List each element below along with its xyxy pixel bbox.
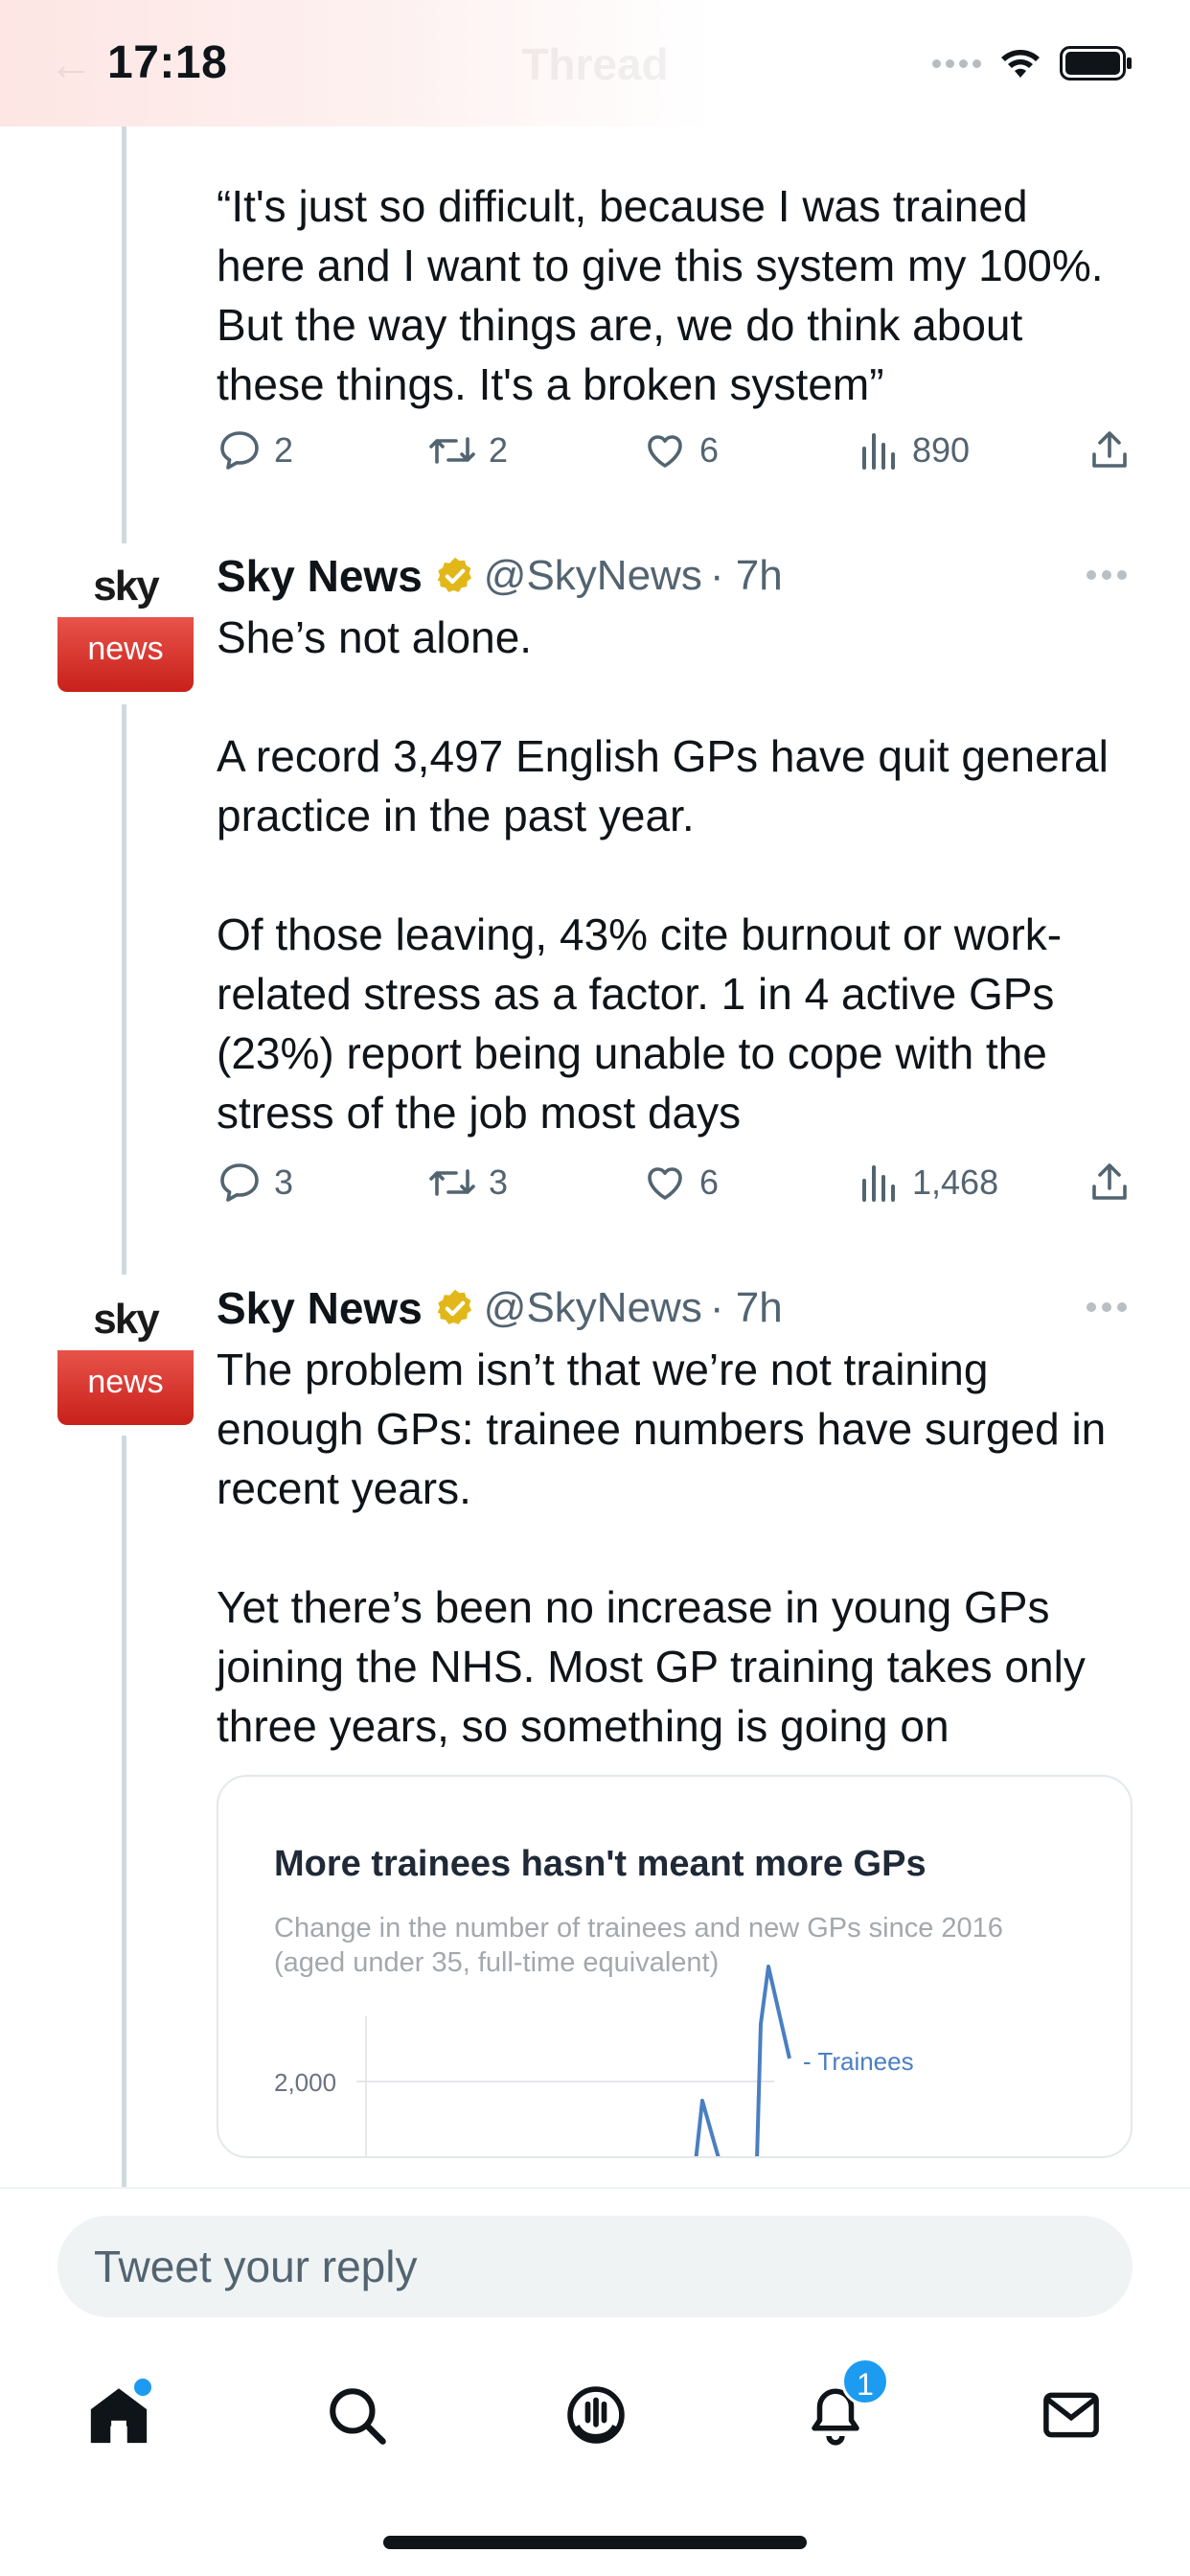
thread-line (122, 1436, 126, 2187)
tab-messages[interactable] (1033, 2377, 1110, 2453)
thread-line (122, 704, 126, 1275)
retweet-icon (429, 437, 475, 464)
retweet-count: 3 (489, 1162, 509, 1202)
reply-count: 3 (274, 1162, 294, 1202)
chart-tick-label: 2,000 (274, 2068, 336, 2097)
mail-icon (1043, 2392, 1099, 2438)
like-button[interactable]: 6 (642, 427, 719, 473)
share-icon (1092, 1163, 1127, 1200)
tweet-actions: 3 3 6 1,468 (217, 1160, 1136, 1217)
tab-spaces[interactable] (558, 2377, 634, 2453)
share-button[interactable] (1087, 1160, 1133, 1206)
reply-bar (0, 2187, 1190, 2321)
retweet-icon (429, 1169, 475, 1196)
tweet-header: Sky News @SkyNews · 7h (217, 1278, 783, 1338)
spaces-icon (567, 2386, 625, 2444)
tweet-actions: 2 2 6 890 (217, 427, 1136, 485)
tab-notifications[interactable]: 1 (797, 2358, 889, 2453)
reply-input[interactable] (57, 2216, 1133, 2317)
retweet-button[interactable]: 3 (427, 1160, 508, 1206)
tweet-time: · 7h (709, 1284, 783, 1331)
views-icon (862, 1165, 895, 1202)
tweet-time: · 7h (709, 552, 783, 599)
reply-icon (220, 431, 259, 470)
share-button[interactable] (1087, 427, 1133, 473)
tweet-text: The problem isn’t that we’re not trainin… (217, 1345, 1107, 1751)
chart-series-line (694, 1965, 791, 2156)
avatar[interactable]: sky news (57, 1289, 194, 1425)
like-count: 6 (699, 430, 720, 470)
status-bar: ← Thread 17:18 (0, 0, 1190, 126)
heart-icon (648, 1167, 682, 1200)
status-icons (932, 46, 1133, 80)
author-name[interactable]: Sky News (217, 1282, 423, 1334)
reply-button[interactable]: 3 (217, 1160, 293, 1206)
author-handle[interactable]: @SkyNews (484, 1284, 702, 1332)
wifi-icon (1001, 50, 1040, 78)
thread-line (122, 126, 126, 543)
chart-series-label: - Trainees (803, 2047, 914, 2076)
home-indicator (383, 2536, 807, 2549)
tweet-text: “It's just so difficult, because I was t… (217, 181, 1104, 409)
notifications-badge: 1 (841, 2358, 889, 2405)
heart-icon (648, 435, 682, 468)
views-icon (862, 433, 895, 470)
author-name[interactable]: Sky News (217, 550, 423, 602)
views-count: 1,468 (912, 1162, 999, 1202)
status-time: 17:18 (107, 37, 228, 88)
chart-card[interactable]: More trainees hasn't meant more GPs Chan… (217, 1775, 1133, 2158)
retweet-count: 2 (489, 430, 509, 470)
more-options-icon[interactable] (1087, 570, 1129, 582)
reply-button[interactable]: 2 (217, 427, 293, 473)
reply-icon (220, 1163, 259, 1202)
views-button[interactable]: 890 (858, 427, 970, 473)
avatar[interactable]: sky news (57, 556, 194, 692)
share-icon (1092, 431, 1127, 468)
signal-icon (932, 58, 981, 68)
author-handle[interactable]: @SkyNews (484, 552, 702, 600)
tab-search[interactable] (318, 2377, 395, 2453)
reply-count: 2 (274, 430, 294, 470)
retweet-button[interactable]: 2 (427, 427, 508, 473)
tweet-text: She’s not alone. A record 3,497 English … (217, 612, 1109, 1138)
chart: 2,000 - Trainees (274, 1965, 914, 2156)
verified-badge-icon (437, 557, 471, 592)
verified-badge-icon (437, 1289, 471, 1324)
search-icon (330, 2388, 386, 2445)
views-count: 890 (912, 430, 971, 470)
tab-home[interactable] (80, 2377, 157, 2453)
home-badge (134, 2379, 151, 2396)
battery-icon (1060, 46, 1132, 80)
more-options-icon[interactable] (1087, 1302, 1129, 1314)
like-button[interactable]: 6 (642, 1160, 719, 1206)
views-button[interactable]: 1,468 (858, 1160, 998, 1206)
like-count: 6 (699, 1162, 720, 1202)
tweet-header: Sky News @SkyNews · 7h (217, 546, 783, 606)
